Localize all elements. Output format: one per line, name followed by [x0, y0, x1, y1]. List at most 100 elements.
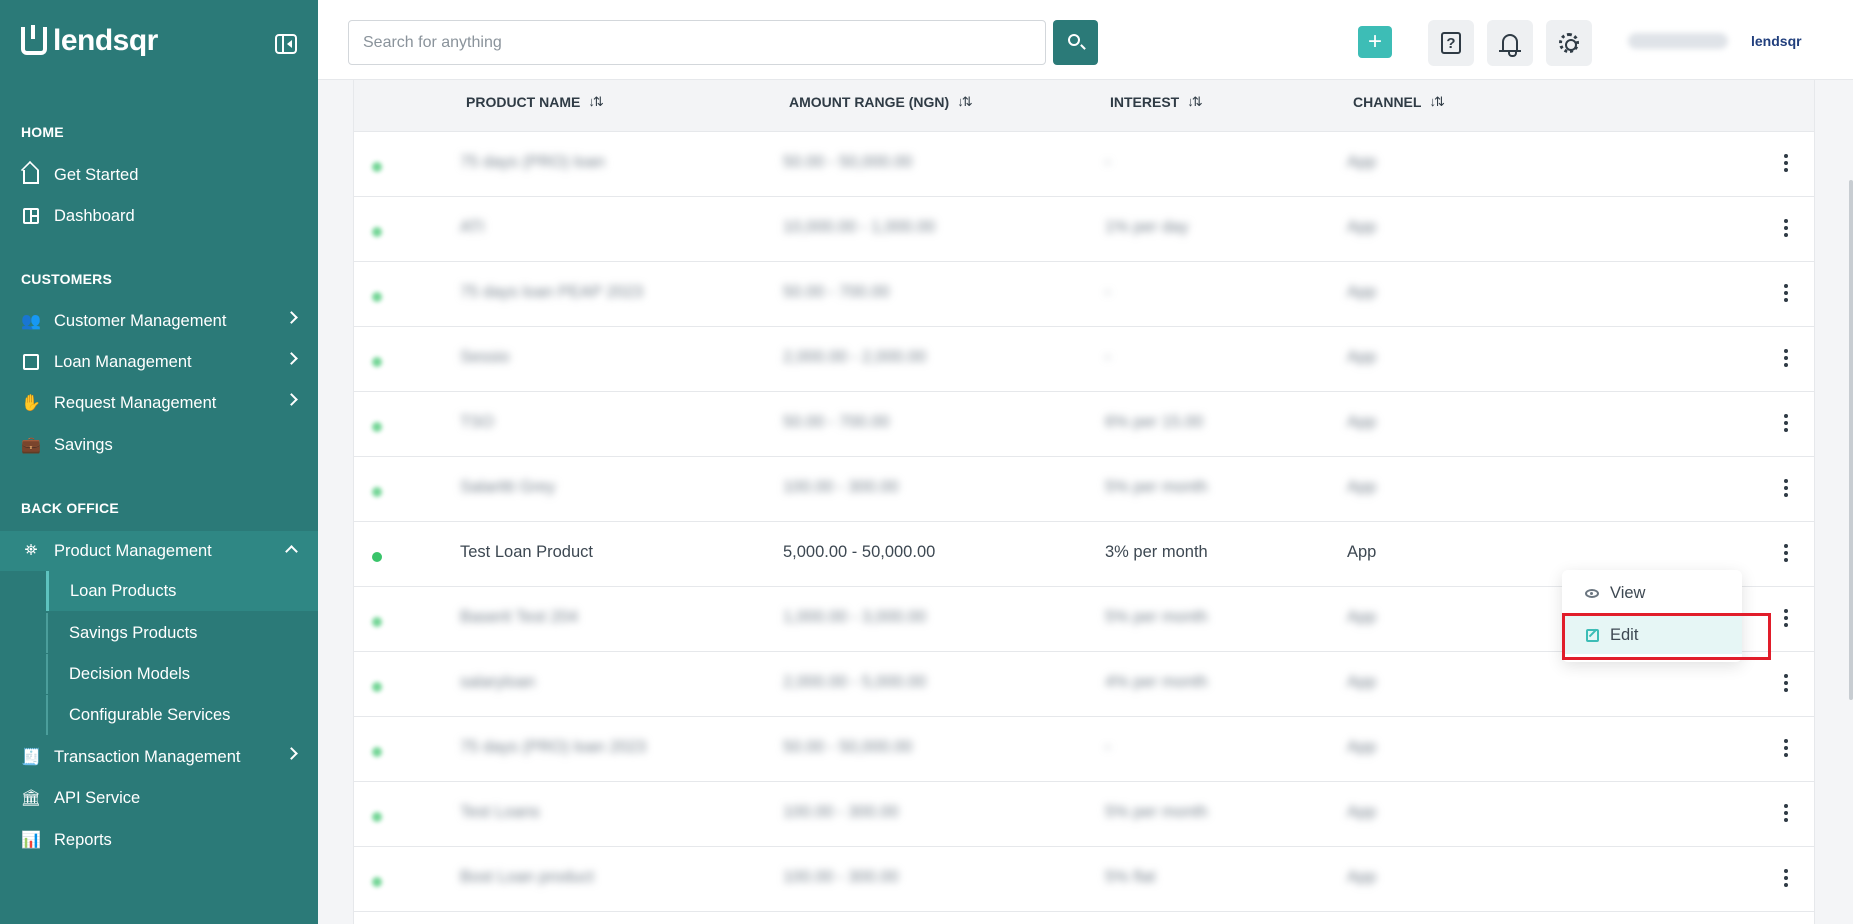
cell-product-name: salaryloan	[460, 673, 536, 691]
menu-item-edit[interactable]: Edit	[1562, 616, 1742, 654]
sidebar-item-dashboard[interactable]: Dashboard	[0, 196, 318, 236]
table-row[interactable]: ATI 10,000.00 - 1,000.00 1% per day App	[354, 197, 1814, 262]
cell-product-name: Baserit Test 204	[460, 608, 579, 626]
column-header-channel[interactable]: CHANNEL ↓⇅	[1353, 94, 1445, 110]
more-vertical-icon[interactable]	[1784, 674, 1788, 692]
table-row[interactable]: 75 days (PRO) loan 2023 50.00 - 50,000.00…	[354, 717, 1814, 782]
chevron-right-icon	[285, 393, 298, 406]
cell-amount-range: 5,000.00 - 50,000.00	[783, 543, 936, 561]
table-row[interactable]: Test Loans 100.00 - 300.00 5% per month App	[354, 782, 1814, 847]
status-dot	[372, 227, 382, 237]
sidebar-item-label: Dashboard	[54, 206, 135, 225]
sidebar-subitem-savings-products[interactable]: Savings Products	[46, 613, 318, 653]
more-vertical-icon[interactable]	[1784, 284, 1788, 302]
sidebar-subitem-configurable-services[interactable]: Configurable Services	[46, 695, 318, 735]
sort-icon[interactable]: ↓⇅	[1429, 94, 1444, 110]
search-input[interactable]	[348, 20, 1046, 65]
brand-name: lendsqr	[53, 24, 158, 57]
cell-channel: App	[1347, 218, 1377, 236]
sort-icon[interactable]: ↓⇅	[1187, 94, 1202, 110]
user-name-blurred[interactable]	[1628, 33, 1728, 49]
bank-icon: 🏛	[20, 790, 42, 807]
sidebar-subitem-decision-models[interactable]: Decision Models	[46, 654, 318, 694]
kebab-dot	[1784, 544, 1788, 548]
settings-button[interactable]	[1546, 20, 1592, 66]
more-vertical-icon[interactable]	[1784, 414, 1788, 432]
cell-channel: App	[1347, 478, 1377, 496]
menu-item-view[interactable]: View	[1562, 574, 1742, 612]
table-row[interactable]: 75 days loan PEAP 2023 50.00 - 700.00 - App	[354, 262, 1814, 327]
sidebar-item-request-management[interactable]: ✋ Request Management	[0, 383, 318, 423]
kebab-dot	[1784, 818, 1788, 822]
column-header-interest[interactable]: INTEREST ↓⇅	[1110, 94, 1203, 110]
cell-interest: -	[1105, 153, 1111, 171]
status-dot	[372, 812, 382, 822]
sidebar-item-label: Get Started	[54, 165, 139, 184]
table-row[interactable]: TSO 50.00 - 700.00 6% per 15.00 App	[354, 392, 1814, 457]
hand-coin-icon: ✋	[21, 395, 41, 412]
users-icon: 👥	[21, 313, 41, 330]
kebab-dot	[1784, 284, 1788, 288]
menu-item-label: View	[1610, 583, 1646, 602]
sidebar-item-product-management[interactable]: ⛯ Product Management	[0, 531, 318, 571]
sidebar-subitem-loan-products[interactable]: Loan Products	[46, 571, 318, 611]
section-title-customers: CUSTOMERS	[21, 271, 112, 287]
home-icon	[21, 165, 41, 185]
more-vertical-icon[interactable]	[1784, 609, 1788, 627]
column-header-amount-range[interactable]: AMOUNT RANGE (NGN) ↓⇅	[789, 94, 973, 110]
status-dot	[372, 617, 382, 627]
kebab-dot	[1784, 219, 1788, 223]
kebab-dot	[1784, 226, 1788, 230]
more-vertical-icon[interactable]	[1784, 804, 1788, 822]
sidebar-item-label: Customer Management	[54, 311, 227, 330]
kebab-dot	[1784, 674, 1788, 678]
add-button[interactable]: +	[1358, 26, 1392, 58]
cell-interest: 5% per month	[1105, 608, 1208, 626]
sort-icon[interactable]: ↓⇅	[588, 94, 603, 110]
edit-icon	[1584, 627, 1600, 643]
search-button[interactable]	[1053, 20, 1098, 65]
more-vertical-icon[interactable]	[1784, 219, 1788, 237]
gear-icon	[1559, 33, 1579, 53]
more-vertical-icon[interactable]	[1784, 479, 1788, 497]
sidebar-item-reports[interactable]: 📊 Reports	[0, 820, 318, 860]
more-vertical-icon[interactable]	[1784, 869, 1788, 887]
kebab-dot	[1784, 154, 1788, 158]
sidebar-item-label: Loan Management	[54, 352, 192, 371]
kebab-dot	[1784, 811, 1788, 815]
table-row[interactable]: Sessio 2,000.00 - 2,000.00 - App	[354, 327, 1814, 392]
kebab-dot	[1784, 486, 1788, 490]
help-button[interactable]: ?	[1428, 20, 1474, 66]
more-vertical-icon[interactable]	[1784, 154, 1788, 172]
loan-products-table: PRODUCT NAME ↓⇅ AMOUNT RANGE (NGN) ↓⇅ IN…	[353, 80, 1815, 924]
cell-interest: -	[1105, 283, 1111, 301]
status-dot	[372, 292, 382, 302]
kebab-dot	[1784, 869, 1788, 873]
cell-amount-range: 2,000.00 - 2,000.00	[783, 348, 927, 366]
sidebar-item-customer-management[interactable]: 👥 Customer Management	[0, 301, 318, 341]
sidebar-item-loan-management[interactable]: Loan Management	[0, 342, 318, 382]
table-row[interactable]: Salaritti Grey 100.00 - 300.00 5% per mont…	[354, 457, 1814, 522]
notifications-button[interactable]	[1487, 20, 1533, 66]
brand-logo[interactable]: lendsqr	[21, 24, 158, 58]
sort-icon[interactable]: ↓⇅	[957, 94, 972, 110]
sidebar-item-transaction-management[interactable]: 🧾 Transaction Management	[0, 737, 318, 777]
cell-interest: 5% per month	[1105, 478, 1208, 496]
kebab-dot	[1784, 623, 1788, 627]
sidebar-item-get-started[interactable]: Get Started	[0, 155, 318, 195]
cell-amount-range: 10,000.00 - 1,000.00	[783, 218, 936, 236]
column-header-product-name[interactable]: PRODUCT NAME ↓⇅	[466, 94, 604, 110]
table-row[interactable]: 75 days (PRO) loan 50.00 - 50,000.00 - App	[354, 132, 1814, 197]
more-vertical-icon[interactable]	[1784, 544, 1788, 562]
kebab-dot	[1784, 551, 1788, 555]
more-vertical-icon[interactable]	[1784, 349, 1788, 367]
table-row[interactable]: Bost Loan product 100.00 - 300.00 5% flat A…	[354, 847, 1814, 912]
cell-amount-range: 1,000.00 - 3,000.00	[783, 608, 927, 626]
sidebar-collapse-icon[interactable]	[275, 34, 297, 54]
status-dot	[372, 422, 382, 432]
sidebar-item-label: Request Management	[54, 393, 217, 412]
sidebar-item-savings[interactable]: 💼 Savings	[0, 425, 318, 465]
page-scrollbar[interactable]	[1849, 180, 1853, 700]
more-vertical-icon[interactable]	[1784, 739, 1788, 757]
sidebar-item-api-service[interactable]: 🏛 API Service	[0, 778, 318, 818]
